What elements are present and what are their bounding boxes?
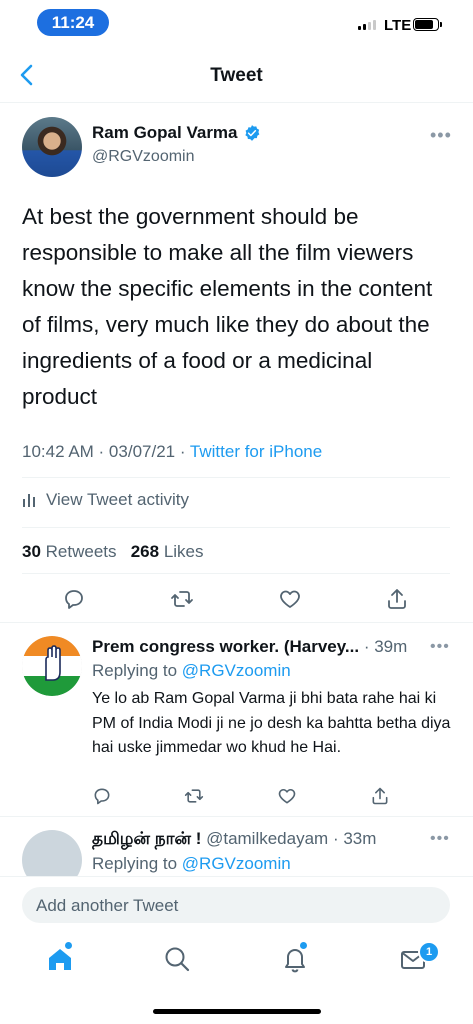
activity-label: View Tweet activity — [46, 490, 189, 509]
tweet-text: At best the government should be respons… — [22, 204, 433, 409]
tweet-meta: 10:42 AM · 03/07/21 · Twitter for iPhone — [22, 442, 322, 462]
page-title: Tweet — [210, 65, 263, 86]
notifications-bell-icon[interactable] — [280, 944, 310, 974]
reply-header: Prem congress worker. (Harvey... · 39m — [92, 637, 407, 657]
verified-badge-icon — [244, 125, 259, 141]
reply-icon[interactable] — [62, 587, 86, 611]
author-name-row[interactable]: Ram Gopal Varma — [92, 123, 261, 143]
network-type: LTE — [384, 17, 412, 34]
retweet-icon[interactable] — [170, 587, 194, 611]
nav-bar: Tweet — [0, 48, 473, 103]
author-name: Ram Gopal Varma — [92, 123, 238, 142]
like-heart-icon[interactable] — [278, 587, 302, 611]
reply-author-name[interactable]: Prem congress worker. (Harvey... — [92, 637, 359, 656]
tweet-actions — [0, 587, 473, 617]
battery-icon — [413, 18, 439, 31]
replying-to: Replying to @RGVzoomin — [92, 661, 291, 681]
reply-text: Ye lo ab Ram Gopal Varma ji bhi bata rah… — [92, 690, 451, 756]
divider — [0, 816, 473, 817]
messages-badge: 1 — [418, 941, 440, 963]
reply-time: · 39m — [359, 637, 408, 656]
retweets-label[interactable]: Retweets — [46, 542, 117, 561]
tweet-stats: 30 Retweets 268 Likes — [22, 542, 204, 562]
author-handle[interactable]: @RGVzoomin — [92, 148, 195, 166]
home-icon[interactable] — [45, 944, 75, 974]
congress-flag-hand-icon — [22, 636, 82, 696]
share-icon[interactable] — [385, 587, 409, 611]
more-options-icon[interactable]: ••• — [430, 125, 452, 146]
avatar[interactable] — [22, 636, 82, 696]
replying-to: Replying to @RGVzoomin — [92, 854, 291, 874]
home-indicator — [153, 1009, 321, 1014]
retweets-count[interactable]: 30 — [22, 542, 41, 561]
replying-handle-link[interactable]: @RGVzoomin — [182, 661, 291, 680]
divider — [22, 527, 450, 528]
reply-header: தமிழன் நான் ! @tamilkedayam · 33m — [92, 829, 376, 851]
replying-handle-link[interactable]: @RGVzoomin — [182, 854, 291, 873]
more-options-icon[interactable]: ••• — [430, 638, 450, 656]
view-activity-link[interactable]: View Tweet activity — [22, 490, 189, 510]
like-heart-icon[interactable] — [277, 786, 297, 806]
status-time: 11:24 — [37, 9, 109, 36]
tweet-timestamp: 10:42 AM · 03/07/21 · — [22, 442, 190, 461]
status-bar: 11:24 LTE — [0, 0, 473, 48]
likes-count[interactable]: 268 — [131, 542, 159, 561]
more-options-icon[interactable]: ••• — [430, 830, 450, 848]
likes-label[interactable]: Likes — [164, 542, 204, 561]
compose-placeholder: Add another Tweet — [36, 896, 179, 915]
analytics-icon — [23, 494, 35, 507]
divider — [0, 622, 473, 623]
signal-strength-icon — [358, 20, 376, 30]
home-unread-dot — [65, 942, 72, 949]
battery-tip — [440, 22, 442, 27]
reply-actions — [0, 786, 473, 816]
add-tweet-input[interactable]: Add another Tweet — [22, 887, 450, 923]
avatar[interactable] — [22, 117, 82, 177]
divider — [22, 573, 450, 574]
reply-icon[interactable] — [92, 786, 112, 806]
reply-author-name[interactable]: தமிழன் நான் ! — [92, 829, 201, 848]
notifications-unread-dot — [300, 942, 307, 949]
reply-time: · 33m — [328, 829, 377, 848]
tweet-source-link[interactable]: Twitter for iPhone — [190, 442, 322, 461]
divider — [22, 477, 450, 478]
replying-prefix: Replying to — [92, 661, 182, 680]
search-icon[interactable] — [162, 944, 192, 974]
compose-bar: Add another Tweet — [0, 876, 473, 937]
reply-handle[interactable]: @tamilkedayam — [201, 829, 328, 848]
retweet-icon[interactable] — [184, 786, 204, 806]
share-icon[interactable] — [370, 786, 390, 806]
replying-prefix: Replying to — [92, 854, 182, 873]
